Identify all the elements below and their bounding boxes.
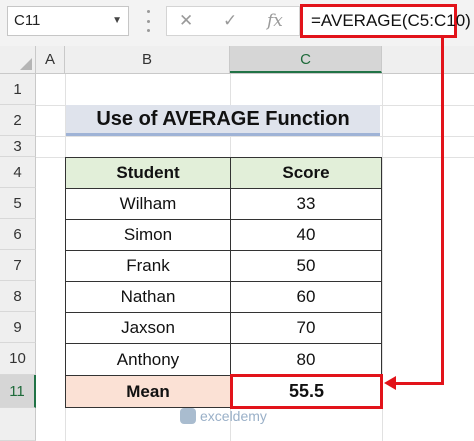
row-header-7[interactable]: 7 — [0, 250, 36, 281]
cell-score[interactable]: 70 — [230, 312, 382, 344]
cell-score[interactable]: 80 — [230, 343, 382, 376]
select-all-button[interactable] — [0, 46, 36, 73]
cell-score[interactable]: 40 — [230, 219, 382, 251]
formula-bar-grip[interactable] — [147, 10, 150, 32]
formula-bar: C11 ▼ ✕ ✓ fx =AVERAGE(C5:C10) — [0, 0, 474, 46]
row-header-2[interactable]: 2 — [0, 105, 36, 136]
cell-score[interactable]: 50 — [230, 250, 382, 282]
row-header-10[interactable]: 10 — [0, 343, 36, 375]
cell-student[interactable]: Wilham — [65, 188, 231, 220]
connector-line — [394, 382, 444, 385]
chevron-down-icon[interactable]: ▼ — [112, 7, 122, 35]
row-header-11[interactable]: 11 — [0, 375, 36, 408]
watermark: exceldemy — [200, 408, 267, 424]
row-header-12[interactable] — [0, 408, 36, 441]
header-student[interactable]: Student — [65, 157, 231, 189]
arrow-head-icon — [384, 376, 396, 390]
connector-line — [441, 38, 444, 384]
row-header-9[interactable]: 9 — [0, 312, 36, 343]
check-icon[interactable]: ✓ — [223, 7, 237, 35]
cell-student[interactable]: Anthony — [65, 343, 231, 376]
cell-student[interactable]: Frank — [65, 250, 231, 282]
row-header-4[interactable]: 4 — [0, 157, 36, 188]
header-score[interactable]: Score — [230, 157, 382, 189]
sheet-title[interactable]: Use of AVERAGE Function — [66, 105, 380, 136]
column-header-b[interactable]: B — [65, 46, 230, 73]
cell-score[interactable]: 60 — [230, 281, 382, 313]
cell-mean-label[interactable]: Mean — [65, 375, 231, 408]
row-header-1[interactable]: 1 — [0, 74, 36, 105]
formula-input[interactable]: =AVERAGE(C5:C10) — [300, 4, 471, 38]
insert-function-icon[interactable]: fx — [267, 7, 283, 35]
name-box[interactable]: C11 ▼ — [7, 6, 129, 36]
row-header-3[interactable]: 3 — [0, 136, 36, 157]
column-header-a[interactable]: A — [36, 46, 65, 73]
row-header-5[interactable]: 5 — [0, 188, 36, 219]
exceldemy-logo-icon — [180, 408, 196, 424]
row-header-6[interactable]: 6 — [0, 219, 36, 250]
column-header-c[interactable]: C — [230, 46, 382, 73]
cell-student[interactable]: Nathan — [65, 281, 231, 313]
cell-student[interactable]: Simon — [65, 219, 231, 251]
cell-mean-value[interactable]: 55.5 — [230, 374, 383, 409]
gridline — [36, 136, 474, 137]
cell-score[interactable]: 33 — [230, 188, 382, 220]
cancel-icon[interactable]: ✕ — [179, 7, 193, 35]
name-box-value: C11 — [14, 12, 41, 29]
row-header-8[interactable]: 8 — [0, 281, 36, 312]
column-header-row: A B C — [0, 46, 474, 74]
formula-bar-buttons: ✕ ✓ fx — [166, 6, 300, 36]
cell-student[interactable]: Jaxson — [65, 312, 231, 344]
